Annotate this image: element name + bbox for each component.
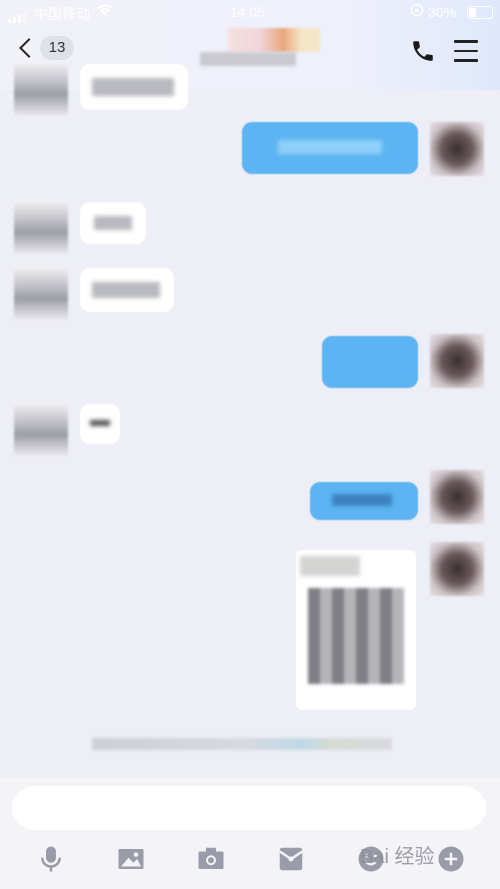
more-button[interactable] [436,844,468,874]
contact-avatar[interactable] [14,402,68,456]
contact-avatar[interactable] [14,62,68,116]
chevron-left-icon [19,38,39,58]
unread-count-badge: 13 [40,36,74,60]
contact-avatar[interactable] [14,200,68,254]
status-time: 14:05 [230,4,266,20]
phone-call-button[interactable] [410,38,438,66]
camera-button[interactable] [196,844,228,874]
message-bubble-incoming[interactable] [80,404,120,444]
message-bubble-outgoing[interactable] [322,336,418,388]
my-avatar[interactable] [430,542,484,596]
message-list[interactable] [0,62,500,780]
message-bubble-outgoing[interactable] [242,122,418,174]
rotation-lock-icon [410,3,424,20]
message-bubble-outgoing[interactable] [310,482,418,520]
red-packet-button[interactable] [276,844,308,874]
my-avatar[interactable] [430,470,484,524]
wifi-icon [96,3,114,20]
qr-code-image-message[interactable] [296,550,416,710]
plus-circle-icon [438,846,464,872]
hamburger-icon [454,40,478,62]
message-input[interactable] [12,786,486,830]
message-bubble-incoming[interactable] [80,202,146,244]
battery-icon [467,6,493,19]
chat-title-redacted [200,28,320,68]
my-avatar[interactable] [430,122,484,176]
carrier-label: 中国移动 [34,6,90,22]
menu-button[interactable] [454,40,478,62]
voice-button[interactable] [36,844,68,874]
photo-button[interactable] [116,844,148,874]
message-bubble-incoming[interactable] [80,64,188,110]
status-bar: 中国移动 14:05 30% [0,0,500,26]
system-notice-redacted [92,738,392,750]
image-icon [118,849,144,869]
red-packet-icon [279,847,303,871]
message-bubble-incoming[interactable] [80,268,174,312]
baidu-watermark: Bai 经验 [360,846,435,868]
battery-percent: 30% [428,4,457,20]
microphone-icon [41,846,61,872]
camera-icon [198,847,224,869]
my-avatar[interactable] [430,334,484,388]
qr-code [308,588,404,684]
phone-icon [413,41,433,61]
contact-avatar[interactable] [14,266,68,320]
input-area [0,778,500,889]
signal-icon [8,7,28,23]
